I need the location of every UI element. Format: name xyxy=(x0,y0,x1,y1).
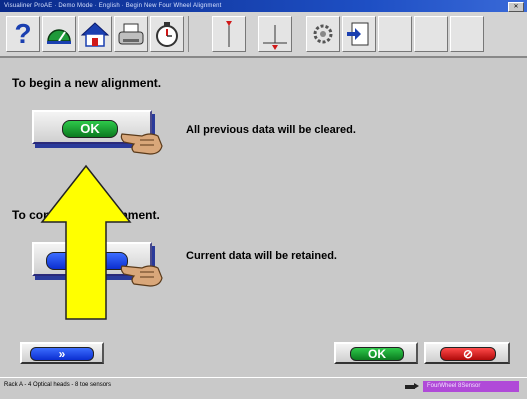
title-bar: Visualiner ProAE · Demo Mode · English ·… xyxy=(0,0,527,12)
continue-alignment-description: Current data will be retained. xyxy=(186,250,337,262)
new-alignment-heading: To begin a new alignment. xyxy=(12,76,162,90)
sensor-icon xyxy=(313,24,333,44)
window-title: Visualiner ProAE · Demo Mode · English ·… xyxy=(4,3,222,9)
toolbar-slot-empty-3 xyxy=(450,16,484,52)
ok-button[interactable]: OK xyxy=(334,342,418,364)
help-button[interactable]: ? xyxy=(6,16,40,52)
report-icon xyxy=(347,22,369,46)
gauge-icon xyxy=(47,29,71,44)
timer-icon xyxy=(156,22,178,47)
next-label: » xyxy=(30,347,94,361)
pointer-icon xyxy=(226,21,232,47)
cancel-button[interactable]: ⊘ xyxy=(424,342,510,364)
print-button[interactable] xyxy=(114,16,148,52)
hand-pointer-icon xyxy=(120,133,163,155)
new-alignment-description: All previous data will be cleared. xyxy=(186,124,356,136)
alignment-button[interactable] xyxy=(258,16,292,52)
close-icon[interactable]: ✕ xyxy=(508,2,524,12)
alignment-icon xyxy=(263,25,287,50)
toolbar-separator xyxy=(188,16,189,52)
ok-label: OK xyxy=(350,347,404,361)
next-button[interactable]: » xyxy=(20,342,104,364)
status-text: Rack A - 4 Optical heads - 8 toe sensors xyxy=(4,382,112,388)
home-icon xyxy=(80,22,110,47)
cancel-icon: ⊘ xyxy=(440,347,496,361)
home-button[interactable] xyxy=(78,16,112,52)
yellow-arrow-icon xyxy=(40,164,132,320)
pointer-button[interactable] xyxy=(212,16,246,52)
help-icon: ? xyxy=(14,18,32,49)
new-alignment-ok-label: OK xyxy=(62,120,118,138)
toolbar-slot-empty-2 xyxy=(414,16,448,52)
status-bar: Rack A - 4 Optical heads - 8 toe sensors… xyxy=(0,377,527,399)
toolbar: ? xyxy=(0,12,527,58)
printer-icon xyxy=(118,23,144,45)
gauge-button[interactable] xyxy=(42,16,76,52)
sensor-status-icon xyxy=(405,383,419,389)
timer-button[interactable] xyxy=(150,16,184,52)
sensor-button[interactable] xyxy=(306,16,340,52)
status-badge: FourWheel 8Sensor xyxy=(423,381,519,392)
toolbar-slot-empty-1 xyxy=(378,16,412,52)
report-button[interactable] xyxy=(342,16,376,52)
